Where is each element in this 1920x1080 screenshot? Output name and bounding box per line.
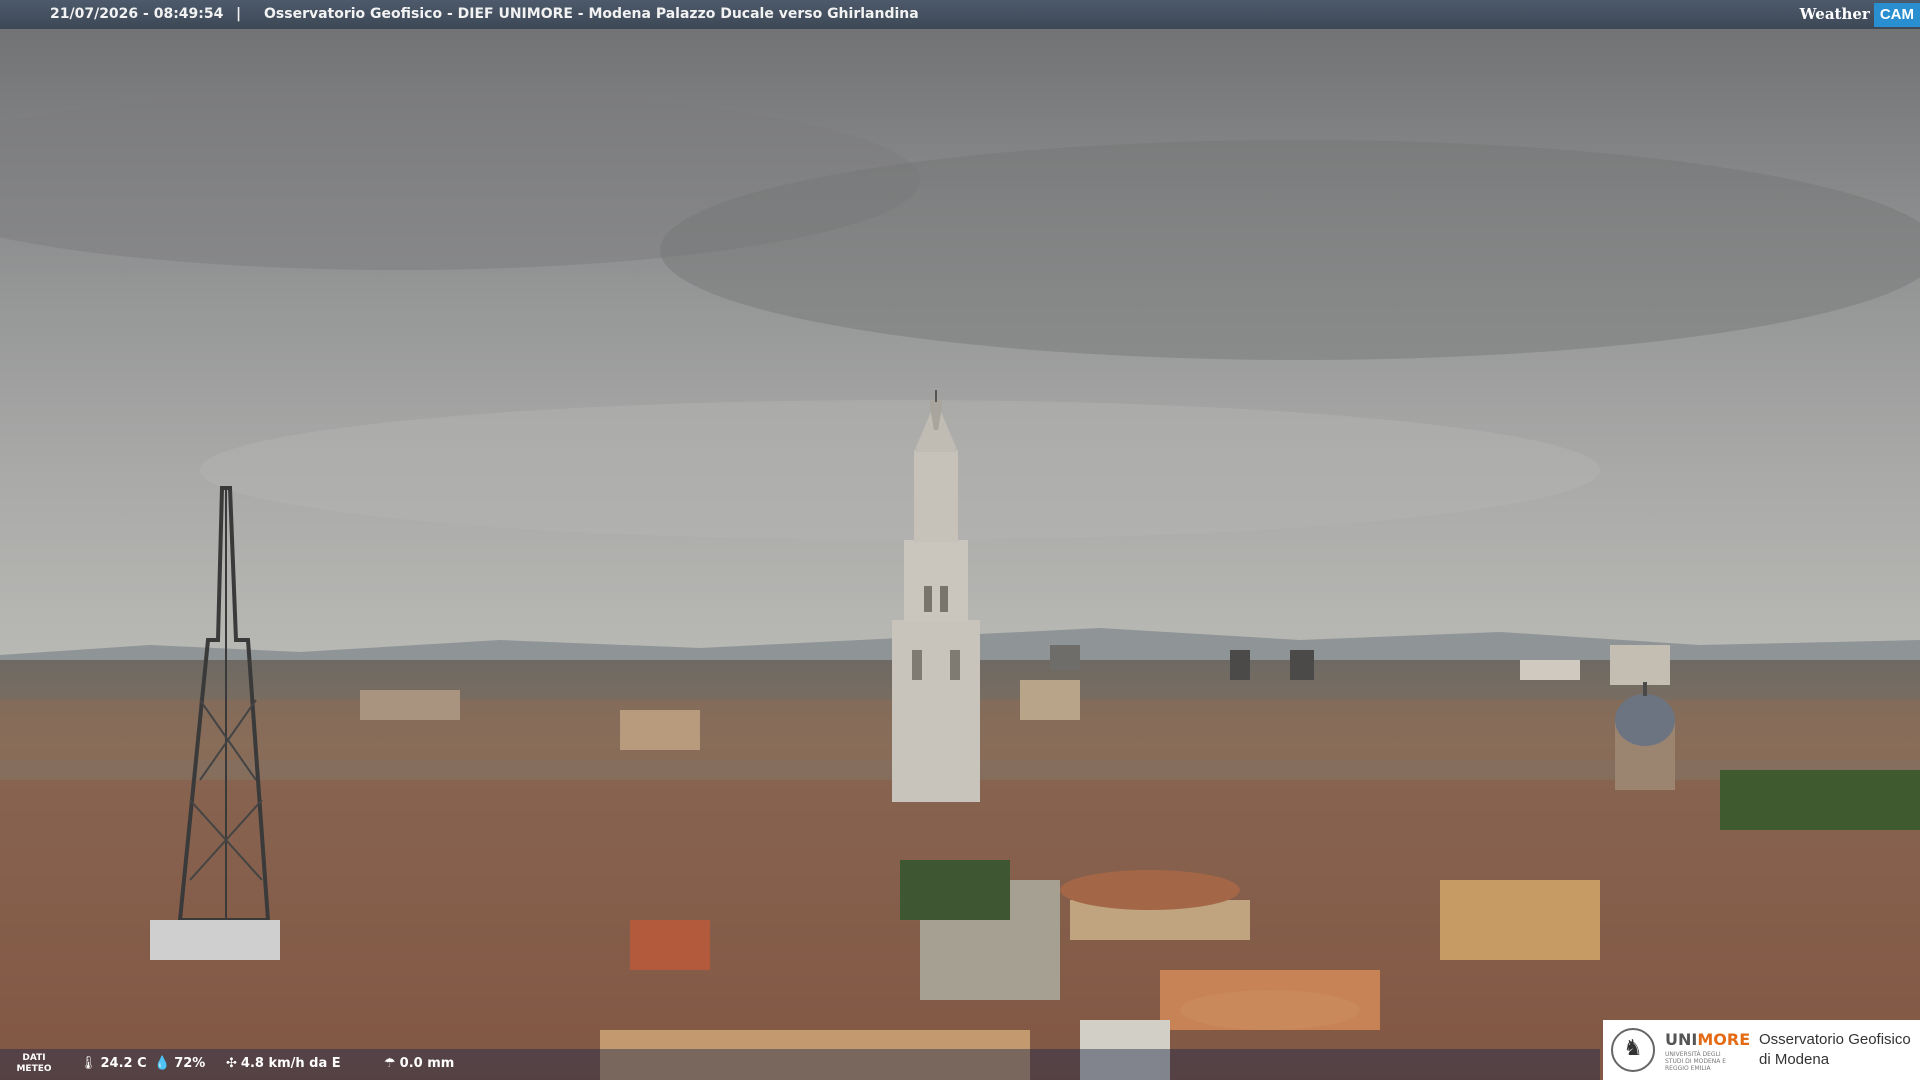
rain-value: 0.0 mm <box>399 1056 455 1071</box>
logo-cam-badge: CAM <box>1873 3 1920 27</box>
brand-more: MORE <box>1697 1030 1751 1049</box>
logo-weather-text: Weather <box>1799 5 1870 23</box>
thermometer-icon: 🌡 <box>80 1056 97 1071</box>
university-seal-icon: ♞ <box>1611 1028 1655 1072</box>
webcam-image <box>0 0 1920 1080</box>
header-bar: 21/07/2026 - 08:49:54 | Osservatorio Geo… <box>0 0 1920 29</box>
header-separator: | <box>236 6 242 22</box>
unimore-brand: UNIMORE <box>1665 1030 1750 1049</box>
rain-icon: ☂ <box>384 1056 396 1071</box>
temperature-value: 24.2 C <box>100 1056 147 1071</box>
university-subtitle: UNIVERSITÀ DEGLI STUDI DI MODENA E REGGI… <box>1665 1051 1727 1072</box>
brand-uni: UNI <box>1665 1030 1698 1049</box>
wind-value: 4.8 km/h da E <box>240 1056 341 1071</box>
weather-data-bar: DATI METEO 🌡 24.2 C 💧 72% ✣ 4.8 km/h da E ☂… <box>0 1049 1600 1080</box>
wind-turbine-icon: ✣ <box>226 1056 237 1071</box>
unimore-logo-panel: ♞ UNIMORE UNIVERSITÀ DEGLI STUDI DI MODE… <box>1603 1020 1920 1080</box>
weathercam-logo: Weather CAM <box>1799 2 1920 27</box>
humidity-value: 72% <box>174 1056 206 1071</box>
observatory-name: Osservatorio Geofisico di Modena <box>1759 1030 1911 1070</box>
observatory-line-2: di Modena <box>1759 1051 1830 1068</box>
droplet-icon: 💧 <box>154 1056 171 1071</box>
weather-label: DATI METEO <box>16 1053 52 1074</box>
rain-reading: ☂ 0.0 mm <box>384 1056 454 1072</box>
camera-title: Osservatorio Geofisico - DIEF UNIMORE - … <box>264 6 919 22</box>
humidity-reading: 💧 72% <box>154 1056 205 1072</box>
temperature-reading: 🌡 24.2 C <box>80 1056 147 1072</box>
timestamp: 21/07/2026 - 08:49:54 <box>50 6 224 22</box>
wind-reading: ✣ 4.8 km/h da E <box>226 1056 341 1072</box>
observatory-line-1: Osservatorio Geofisico <box>1759 1031 1911 1048</box>
